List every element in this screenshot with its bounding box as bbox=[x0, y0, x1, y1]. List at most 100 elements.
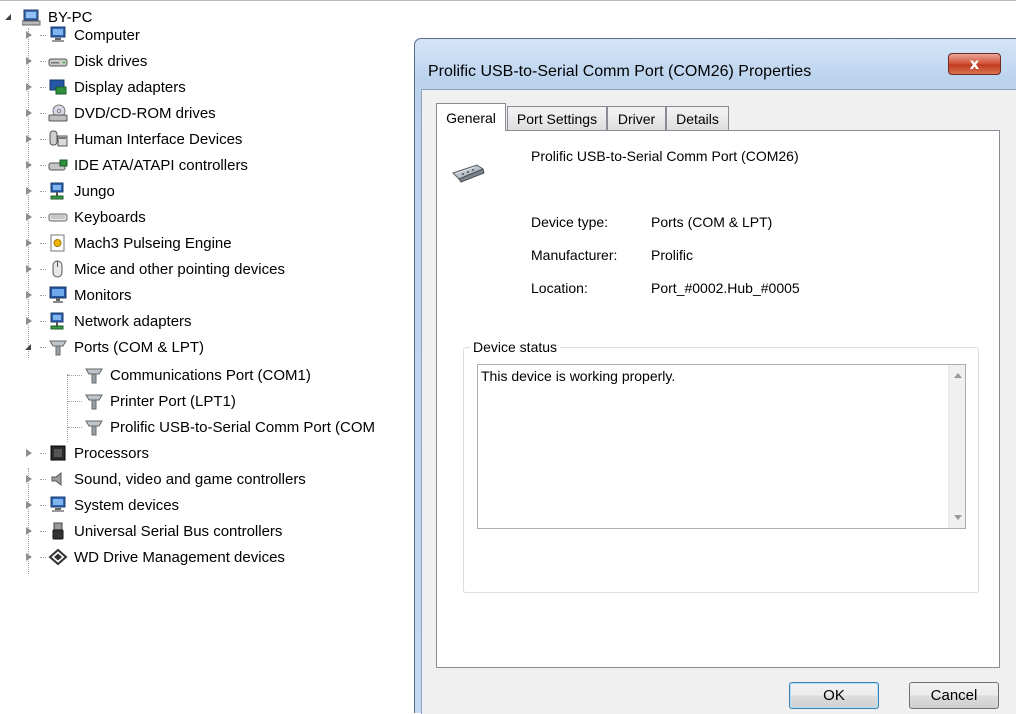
tab-port-settings[interactable]: Port Settings bbox=[507, 106, 607, 130]
tree-item-jungo[interactable]: Jungo bbox=[24, 180, 115, 202]
collapse-arrow-icon[interactable] bbox=[4, 12, 14, 22]
tree-guide-line bbox=[40, 190, 46, 192]
tree-item-ports-com-lpt[interactable]: Ports (COM & LPT) bbox=[24, 336, 204, 358]
manufacturer-value: Prolific bbox=[651, 247, 694, 263]
expand-arrow-icon[interactable] bbox=[24, 134, 34, 144]
tree-item-label: DVD/CD-ROM drives bbox=[74, 104, 216, 122]
expand-arrow-icon[interactable] bbox=[24, 160, 34, 170]
properties-dialog: Prolific USB-to-Serial Comm Port (COM26)… bbox=[414, 38, 1016, 714]
port-icon bbox=[84, 366, 104, 384]
tree-item-system-devices[interactable]: System devices bbox=[24, 494, 179, 516]
tree-item-label: Printer Port (LPT1) bbox=[110, 392, 236, 410]
tree-item-disk-drives[interactable]: Disk drives bbox=[24, 50, 147, 72]
expand-arrow-icon[interactable] bbox=[24, 474, 34, 484]
tree-guide-line bbox=[68, 400, 82, 402]
close-icon: x bbox=[969, 55, 980, 73]
tree-guide-line bbox=[40, 164, 46, 166]
dvd-drive-icon bbox=[48, 104, 68, 122]
processor-icon bbox=[48, 444, 68, 462]
expand-arrow-icon[interactable] bbox=[24, 264, 34, 274]
tree-item-computer[interactable]: Computer bbox=[24, 24, 140, 46]
driver-icon bbox=[48, 234, 68, 252]
cancel-button-label: Cancel bbox=[930, 687, 978, 704]
expand-arrow-icon[interactable] bbox=[24, 500, 34, 510]
tab-driver[interactable]: Driver bbox=[607, 106, 666, 130]
dialog-client: General Port Settings Driver Details Pro… bbox=[421, 89, 1016, 714]
scroll-up-icon[interactable] bbox=[954, 373, 962, 378]
tree-guide-line bbox=[40, 478, 46, 480]
tree-item-processors[interactable]: Processors bbox=[24, 442, 149, 464]
tree-item-label: Processors bbox=[74, 444, 150, 462]
tab-driver-label: Driver bbox=[617, 110, 656, 127]
tree-item-mice-and-other-pointing-devices[interactable]: Mice and other pointing devices bbox=[24, 258, 285, 280]
tree-item-dvd-cd-rom-drives[interactable]: DVD/CD-ROM drives bbox=[24, 102, 216, 124]
device-status-textbox[interactable]: This device is working properly. bbox=[477, 364, 966, 529]
tab-details[interactable]: Details bbox=[666, 106, 729, 130]
device-type-value: Ports (COM & LPT) bbox=[651, 214, 773, 230]
device-tree[interactable]: BY-PC Computer Disk drives Display adapter… bbox=[0, 2, 430, 713]
tree-item-label: Display adapters bbox=[74, 78, 186, 96]
tree-item-label: Disk drives bbox=[74, 52, 148, 70]
expand-arrow-icon[interactable] bbox=[24, 186, 34, 196]
tree-item-mach3-pulseing-engine[interactable]: Mach3 Pulseing Engine bbox=[24, 232, 232, 254]
location-label: Location: bbox=[531, 280, 588, 296]
expand-arrow-icon[interactable] bbox=[24, 238, 34, 248]
cancel-button[interactable]: Cancel bbox=[909, 682, 999, 709]
port-icon bbox=[84, 392, 104, 410]
expand-arrow-icon[interactable] bbox=[24, 448, 34, 458]
tree-guide-line bbox=[68, 374, 82, 376]
tree-item-port-child[interactable]: Communications Port (COM1) bbox=[68, 364, 311, 386]
computer-icon bbox=[48, 26, 68, 44]
tree-item-monitors[interactable]: Monitors bbox=[24, 284, 132, 306]
manufacturer-label: Manufacturer: bbox=[531, 247, 618, 263]
hid-icon bbox=[48, 130, 68, 148]
scroll-down-icon[interactable] bbox=[954, 515, 962, 520]
expand-arrow-icon[interactable] bbox=[24, 82, 34, 92]
tree-item-keyboards[interactable]: Keyboards bbox=[24, 206, 146, 228]
tree-guide-line bbox=[40, 556, 46, 558]
tree-guide-line bbox=[68, 426, 82, 428]
expand-arrow-icon[interactable] bbox=[24, 526, 34, 536]
tree-item-label: System devices bbox=[74, 496, 180, 514]
tree-guide-line bbox=[40, 268, 46, 270]
dialog-title: Prolific USB-to-Serial Comm Port (COM26)… bbox=[428, 63, 812, 80]
display-adapter-icon bbox=[48, 78, 68, 96]
device-name: Prolific USB-to-Serial Comm Port (COM26) bbox=[531, 148, 799, 164]
status-scrollbar[interactable] bbox=[948, 365, 965, 528]
network-icon bbox=[48, 182, 68, 200]
expand-arrow-icon[interactable] bbox=[24, 290, 34, 300]
expand-arrow-icon[interactable] bbox=[24, 30, 34, 40]
tree-item-network-adapters[interactable]: Network adapters bbox=[24, 310, 192, 332]
tree-item-universal-serial-bus-controllers[interactable]: Universal Serial Bus controllers bbox=[24, 520, 282, 542]
tree-item-ide-ata-atapi-controllers[interactable]: IDE ATA/ATAPI controllers bbox=[24, 154, 248, 176]
tree-item-label: Computer bbox=[74, 26, 140, 44]
tree-guide-line bbox=[40, 452, 46, 454]
serial-port-icon bbox=[449, 159, 489, 185]
tree-item-label: Mice and other pointing devices bbox=[74, 260, 285, 278]
wd-icon bbox=[48, 548, 68, 566]
ok-button[interactable]: OK bbox=[789, 682, 879, 709]
expand-arrow-icon[interactable] bbox=[24, 56, 34, 66]
tree-item-display-adapters[interactable]: Display adapters bbox=[24, 76, 186, 98]
tree-item-label: Human Interface Devices bbox=[74, 130, 243, 148]
tree-guide-line bbox=[40, 216, 46, 218]
expand-arrow-icon[interactable] bbox=[24, 212, 34, 222]
close-button[interactable]: x bbox=[948, 53, 1001, 75]
expand-arrow-icon[interactable] bbox=[24, 316, 34, 326]
tree-guide-line bbox=[40, 138, 46, 140]
tab-general[interactable]: General bbox=[436, 103, 506, 131]
network-icon bbox=[48, 312, 68, 330]
tree-item-wd-drive-management-devices[interactable]: WD Drive Management devices bbox=[24, 546, 285, 568]
tab-port-settings-label: Port Settings bbox=[516, 110, 598, 127]
tree-item-port-child[interactable]: Printer Port (LPT1) bbox=[68, 390, 236, 412]
expand-arrow-icon[interactable] bbox=[24, 552, 34, 562]
tree-item-port-child[interactable]: Prolific USB-to-Serial Comm Port (COM bbox=[68, 416, 375, 438]
collapse-arrow-icon[interactable] bbox=[24, 342, 34, 352]
tree-item-label: WD Drive Management devices bbox=[74, 548, 285, 566]
tree-item-label: Communications Port (COM1) bbox=[110, 366, 311, 384]
tree-item-human-interface-devices[interactable]: Human Interface Devices bbox=[24, 128, 242, 150]
expand-arrow-icon[interactable] bbox=[24, 108, 34, 118]
tree-item-label: Sound, video and game controllers bbox=[74, 470, 306, 488]
tab-general-label: General bbox=[446, 109, 496, 126]
tree-item-sound-video-and-game-controllers[interactable]: Sound, video and game controllers bbox=[24, 468, 306, 490]
